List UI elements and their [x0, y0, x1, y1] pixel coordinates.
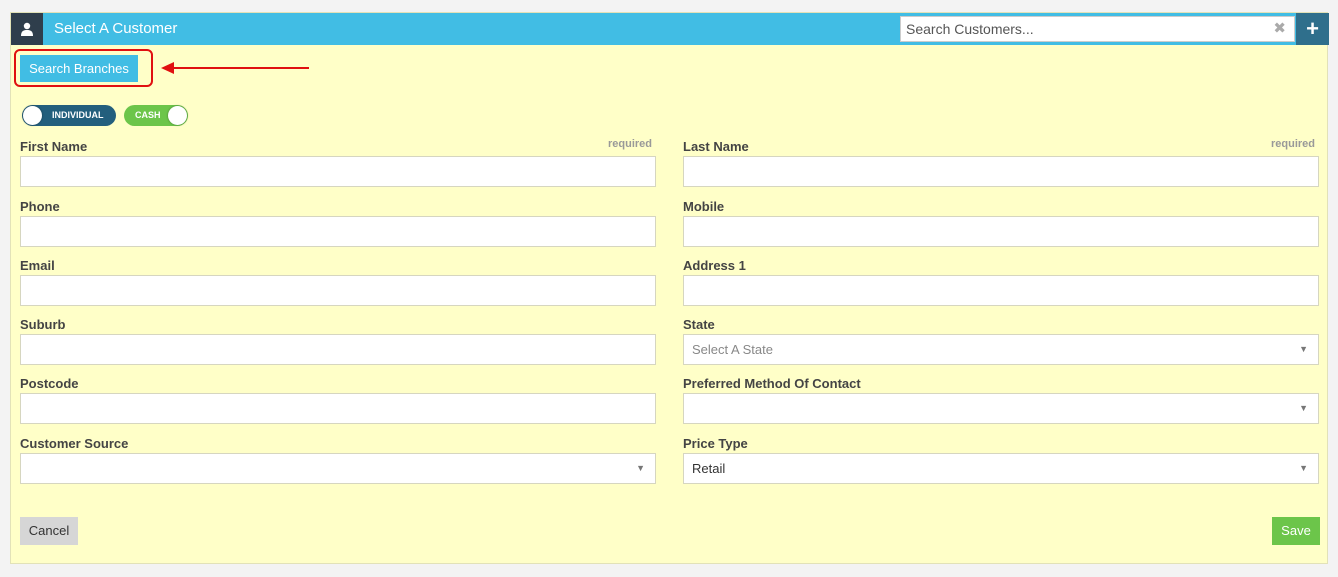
preferred-contact-select[interactable]: ▼	[683, 393, 1319, 424]
first-name-field	[20, 156, 656, 187]
cash-toggle[interactable]: CASH	[124, 105, 188, 126]
chevron-down-icon: ▼	[1299, 463, 1308, 473]
toggle-knob	[168, 106, 187, 125]
chevron-down-icon: ▼	[636, 463, 645, 473]
chevron-down-icon: ▼	[1299, 344, 1308, 354]
state-placeholder: Select A State	[692, 342, 773, 357]
search-branches-button[interactable]: Search Branches	[20, 55, 138, 82]
postcode-field	[20, 393, 656, 424]
cash-toggle-label: CASH	[135, 110, 161, 120]
clear-icon[interactable]: ✖	[1273, 17, 1286, 41]
page-title: Select A Customer	[54, 20, 178, 37]
postcode-input[interactable]	[21, 394, 655, 423]
postcode-label: Postcode	[20, 376, 79, 391]
last-name-input[interactable]	[684, 157, 1318, 186]
address1-input[interactable]	[684, 276, 1318, 305]
individual-toggle-label: INDIVIDUAL	[52, 110, 104, 120]
email-input[interactable]	[21, 276, 655, 305]
individual-toggle[interactable]: INDIVIDUAL	[22, 105, 116, 126]
phone-label: Phone	[20, 199, 60, 214]
suburb-field	[20, 334, 656, 365]
chevron-down-icon: ▼	[1299, 403, 1308, 413]
address1-field	[683, 275, 1319, 306]
mobile-input[interactable]	[684, 217, 1318, 246]
customer-source-label: Customer Source	[20, 436, 129, 451]
suburb-label: Suburb	[20, 317, 66, 332]
last-name-label: Last Name	[683, 139, 749, 154]
customer-search: ✖	[900, 16, 1295, 42]
mobile-field	[683, 216, 1319, 247]
mobile-label: Mobile	[683, 199, 725, 214]
toggle-knob	[23, 106, 42, 125]
panel-header: Select A Customer ✖ +	[11, 13, 1329, 45]
email-label: Email	[20, 258, 55, 273]
customer-source-select[interactable]: ▼	[20, 453, 656, 484]
preferred-contact-label: Preferred Method Of Contact	[683, 376, 861, 391]
phone-input[interactable]	[21, 217, 655, 246]
last-name-required: required	[1271, 138, 1316, 150]
price-type-label: Price Type	[683, 436, 748, 451]
user-icon	[11, 13, 43, 45]
address1-label: Address 1	[683, 258, 746, 273]
first-name-input[interactable]	[21, 157, 655, 186]
add-customer-button[interactable]: +	[1296, 13, 1329, 45]
last-name-field	[683, 156, 1319, 187]
save-button[interactable]: Save	[1272, 517, 1320, 545]
search-customers-input[interactable]	[901, 17, 1261, 41]
annotation-arrow-icon	[161, 62, 309, 74]
cancel-button[interactable]: Cancel	[20, 517, 78, 545]
price-type-select[interactable]: Retail ▼	[683, 453, 1319, 484]
customer-panel: Select A Customer ✖ + Search Branches IN…	[10, 12, 1329, 564]
suburb-input[interactable]	[21, 335, 655, 364]
state-select[interactable]: Select A State ▼	[683, 334, 1319, 365]
first-name-label: First Name	[20, 139, 88, 154]
price-type-value: Retail	[692, 461, 726, 476]
phone-field	[20, 216, 656, 247]
email-field	[20, 275, 656, 306]
state-label: State	[683, 317, 715, 332]
first-name-required: required	[608, 138, 653, 150]
